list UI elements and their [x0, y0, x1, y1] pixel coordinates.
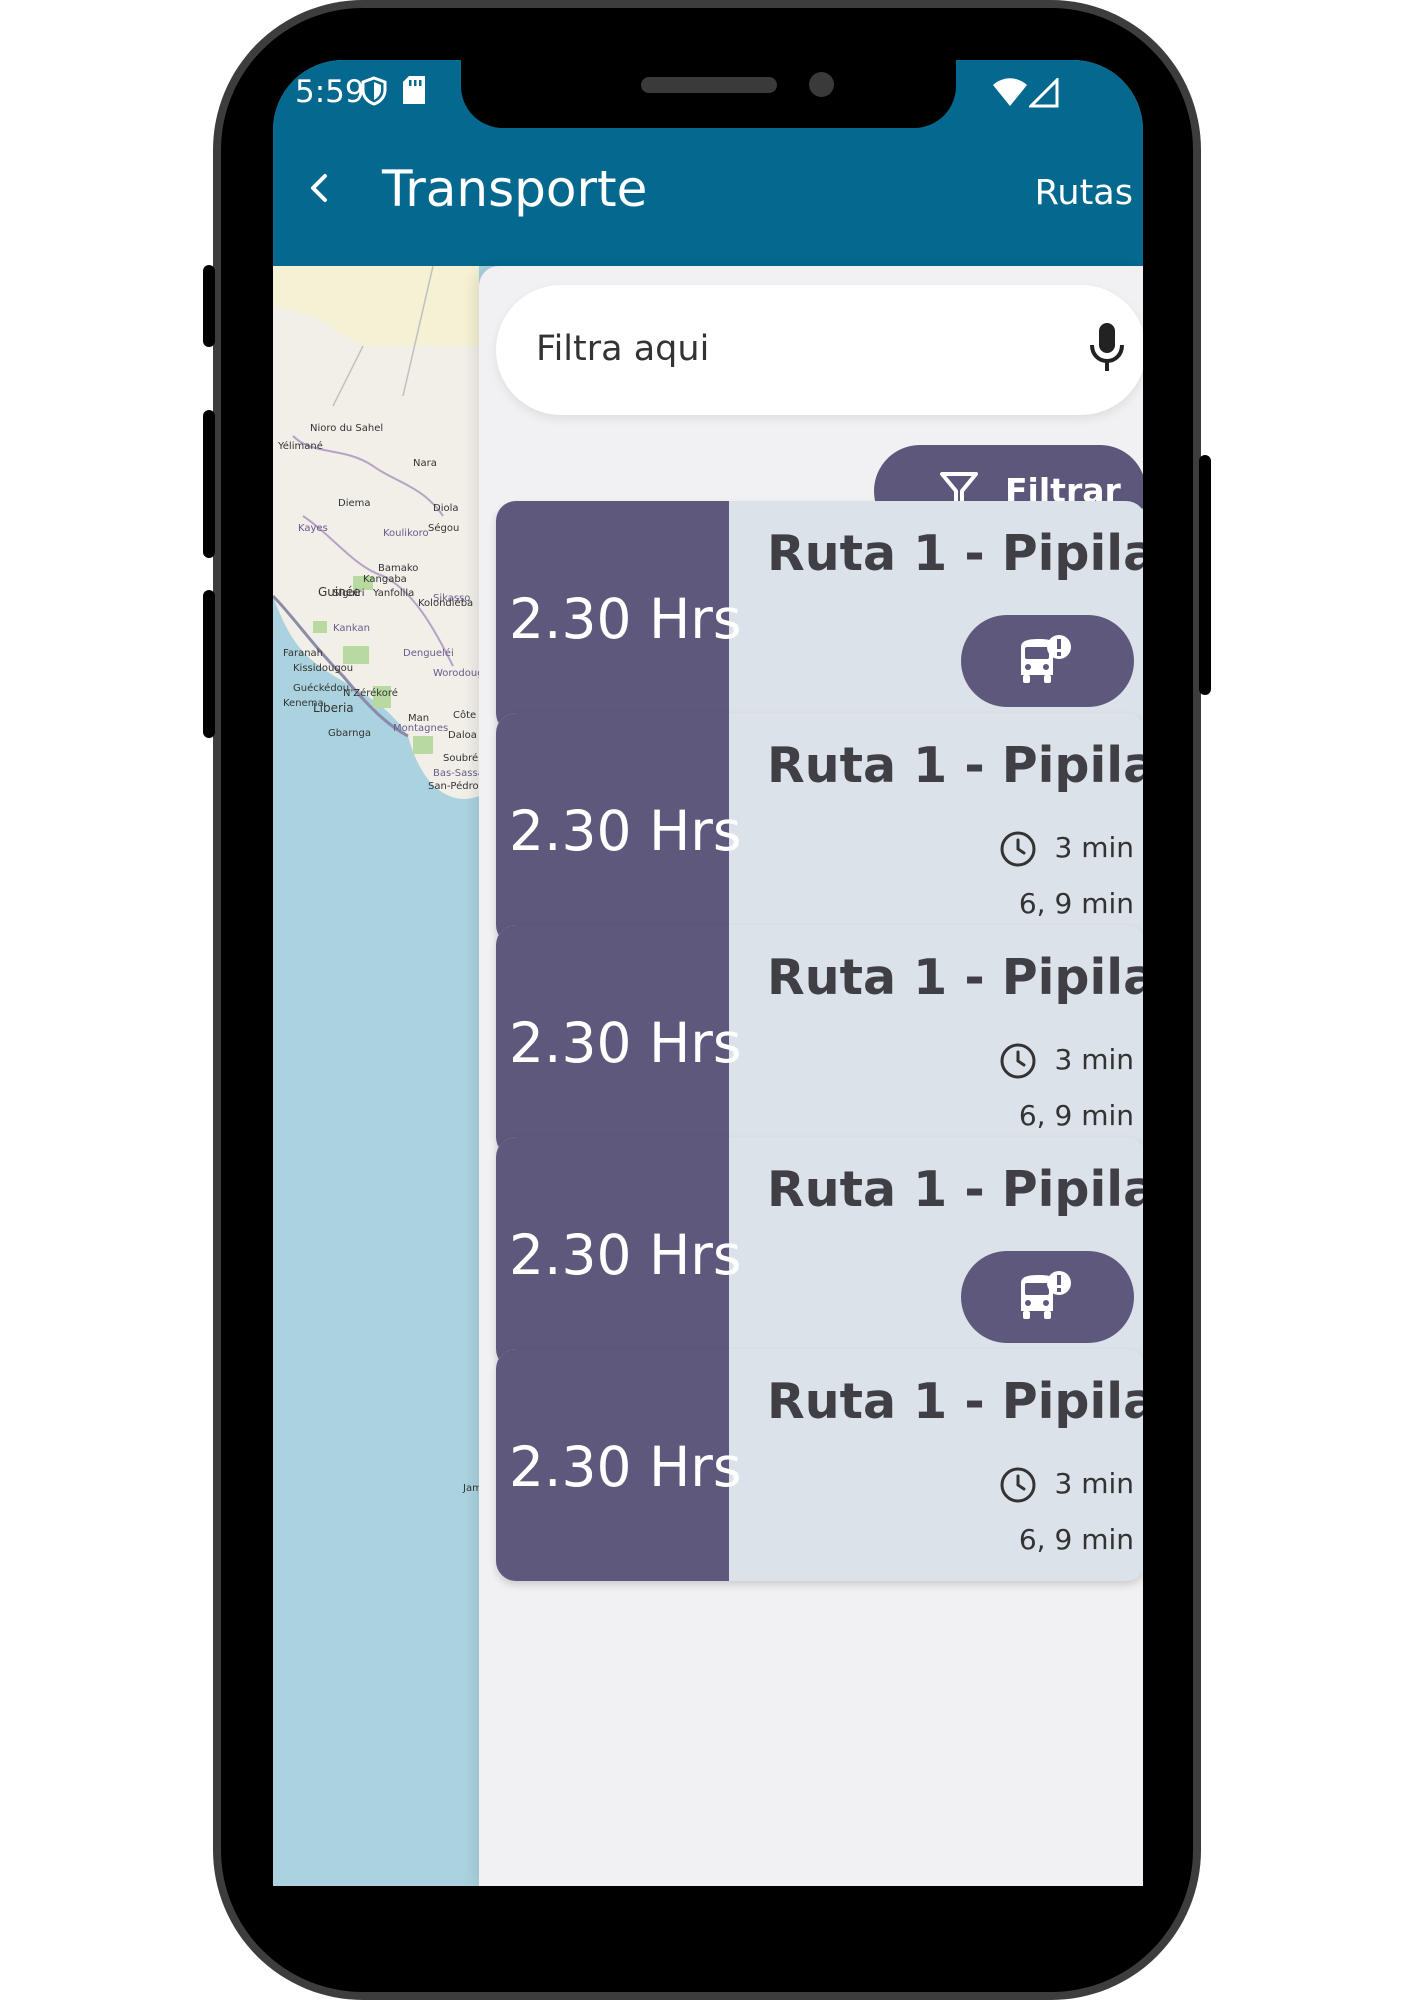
front-camera	[809, 72, 834, 97]
page-title: Transporte	[382, 160, 648, 218]
bus-alert-icon	[1021, 635, 1071, 683]
wifi-icon	[993, 78, 1027, 106]
svg-text:Guéckédou: Guéckédou	[293, 682, 349, 694]
route-card[interactable]: 2.30 Hrs Ruta 1 - Pipila 3 min 6, 9 min	[496, 925, 1143, 1157]
back-button[interactable]	[299, 168, 339, 208]
notch	[461, 60, 956, 128]
route-card[interactable]: 2.30 Hrs Ruta 1 - Pipila	[496, 501, 1143, 733]
svg-text:Montagnes: Montagnes	[393, 723, 448, 734]
route-duration-block: 2.30 Hrs	[496, 501, 742, 733]
route-card[interactable]: 2.30 Hrs Ruta 1 - Pipila 3 min 6, 9 min	[496, 713, 1143, 945]
bus-alert-button[interactable]	[961, 615, 1134, 707]
svg-text:San-Pédro: San-Pédro	[428, 780, 479, 792]
svg-text:Gbarnga: Gbarnga	[328, 728, 371, 739]
route-duration: 2.30 Hrs	[509, 587, 742, 651]
route-name: Ruta 1 - Pipila	[767, 1161, 1143, 1218]
svg-text:Yélimané: Yélimané	[277, 440, 323, 452]
svg-text:Diola: Diola	[433, 503, 459, 514]
bus-alert-icon	[1021, 1271, 1071, 1319]
svg-text:Yanfolila: Yanfolila	[372, 588, 414, 599]
svg-text:N'Zérékoré: N'Zérékoré	[343, 687, 398, 699]
route-card[interactable]: 2.30 Hrs Ruta 1 - Pipila 3 min 6, 9 min	[496, 1349, 1143, 1581]
svg-text:Kayes: Kayes	[298, 523, 328, 534]
search-input[interactable]: Filtra aqui	[496, 285, 1143, 415]
svg-text:Kankan: Kankan	[333, 623, 370, 634]
svg-text:Kenema: Kenema	[283, 698, 324, 709]
route-duration: 2.30 Hrs	[509, 1435, 742, 1499]
svg-text:Nara: Nara	[413, 458, 437, 469]
svg-text:Kolondiéba: Kolondiéba	[418, 597, 473, 609]
svg-text:Faranah: Faranah	[283, 648, 323, 659]
svg-text:Kangaba: Kangaba	[363, 574, 407, 585]
route-card[interactable]: 2.30 Hrs Ruta 1 - Pipila	[496, 1137, 1143, 1369]
clock-icon	[1000, 1467, 1036, 1508]
microphone-icon[interactable]	[1090, 323, 1124, 373]
sd-card-icon	[403, 76, 425, 104]
route-name: Ruta 1 - Pipila	[767, 525, 1143, 582]
route-duration: 2.30 Hrs	[509, 1011, 742, 1075]
speaker	[641, 77, 777, 93]
status-time: 5:59	[295, 74, 365, 110]
route-eta: 3 min	[1054, 1467, 1134, 1500]
svg-text:Nioro du Sahel: Nioro du Sahel	[310, 423, 383, 434]
routes-panel: Filtra aqui Filtrar 2.30 Hrs Ruta 1 - Pip…	[479, 266, 1143, 1886]
bus-alert-button[interactable]	[961, 1251, 1134, 1343]
app-bar: 5:59 Transporte Rutas	[273, 60, 1143, 266]
cell-signal-icon	[1029, 78, 1059, 108]
route-eta: 3 min	[1054, 831, 1134, 864]
svg-text:Bamako: Bamako	[378, 563, 418, 574]
clock-icon	[1000, 831, 1036, 872]
route-next-times: 6, 9 min	[1018, 1523, 1134, 1556]
svg-text:Siguiri: Siguiri	[333, 588, 364, 599]
phone-side-button-left-1	[203, 265, 215, 347]
svg-text:Côte: Côte	[453, 709, 476, 721]
phone-side-button-right	[1199, 455, 1211, 695]
route-duration: 2.30 Hrs	[509, 799, 742, 863]
svg-text:Daloa: Daloa	[448, 730, 477, 741]
phone-side-button-left-2	[203, 410, 215, 558]
svg-text:Diema: Diema	[338, 498, 371, 509]
route-next-times: 6, 9 min	[1018, 887, 1134, 920]
route-duration-block: 2.30 Hrs	[496, 925, 742, 1157]
route-duration-block: 2.30 Hrs	[496, 713, 742, 945]
route-duration: 2.30 Hrs	[509, 1223, 742, 1287]
route-eta: 3 min	[1054, 1043, 1134, 1076]
chevron-left-icon	[311, 174, 327, 202]
route-name: Ruta 1 - Pipila	[767, 737, 1143, 794]
route-duration-block: 2.30 Hrs	[496, 1349, 742, 1581]
svg-text:Dengueléi: Dengueléi	[403, 647, 454, 659]
rutas-button[interactable]: Rutas	[1035, 173, 1133, 213]
clock-icon	[1000, 1043, 1036, 1084]
route-next-times: 6, 9 min	[1018, 1099, 1134, 1132]
phone-side-button-left-3	[203, 590, 215, 738]
search-placeholder: Filtra aqui	[536, 329, 710, 369]
app-screen: Bamako Guinée Liberia Nara Diema Kayes K…	[273, 60, 1143, 1886]
svg-text:Ségou: Ségou	[428, 522, 459, 534]
route-duration-block: 2.30 Hrs	[496, 1137, 742, 1369]
svg-text:Soubré: Soubré	[443, 752, 478, 764]
route-name: Ruta 1 - Pipila	[767, 1373, 1143, 1430]
svg-text:Koulikoro: Koulikoro	[383, 528, 429, 539]
shield-icon	[361, 76, 387, 106]
route-name: Ruta 1 - Pipila	[767, 949, 1143, 1006]
svg-text:Kissidougou: Kissidougou	[293, 663, 353, 674]
